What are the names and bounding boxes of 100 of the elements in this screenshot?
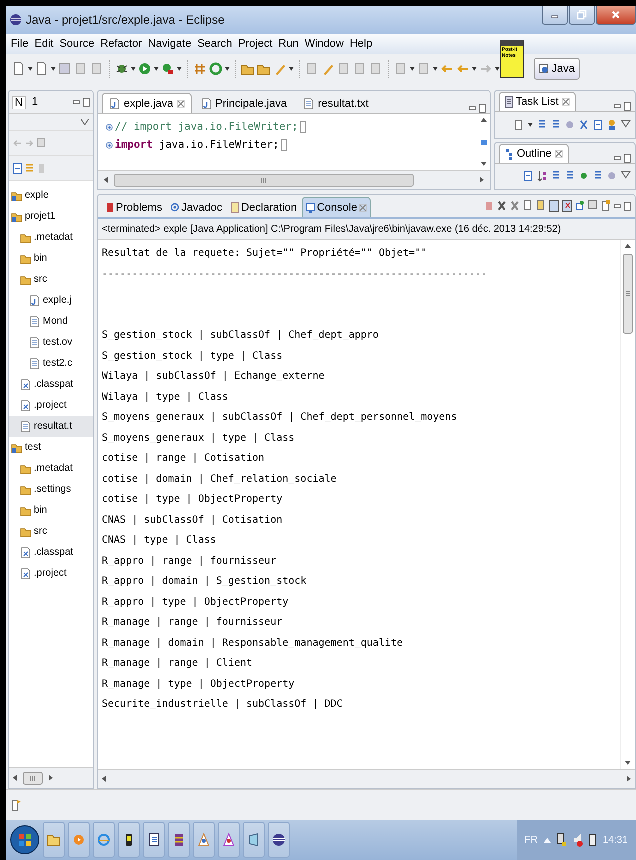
tree-item[interactable]: Mond — [9, 311, 93, 332]
maximize-icon[interactable] — [479, 104, 486, 113]
scrollbar-thumb[interactable] — [23, 772, 43, 784]
tree-item[interactable]: .settings — [9, 479, 93, 500]
view-tab[interactable]: Task List — [499, 92, 576, 111]
perspective-button[interactable]: Java — [534, 58, 580, 80]
start-button[interactable] — [10, 825, 40, 855]
view-tab[interactable]: Console — [302, 197, 372, 217]
tree-item[interactable]: projet1 — [9, 206, 93, 227]
maximize-icon[interactable] — [624, 202, 631, 210]
fold-icon[interactable] — [106, 142, 113, 148]
view-tab[interactable]: Javadoc — [167, 197, 226, 217]
show-on-output-icon[interactable] — [549, 200, 559, 212]
maximize-icon[interactable] — [83, 98, 90, 106]
show-hidden-icon[interactable] — [544, 838, 551, 842]
menu-item[interactable]: Refactor — [98, 38, 146, 50]
tree-item[interactable]: src — [9, 269, 93, 290]
show-on-error-icon[interactable] — [562, 200, 572, 212]
fold-icon[interactable] — [106, 124, 113, 130]
dropdown-caret-icon[interactable] — [51, 67, 56, 71]
tree-item[interactable]: .classpat — [9, 374, 93, 395]
close-icon[interactable] — [359, 204, 368, 212]
new-class-icon[interactable] — [35, 62, 49, 76]
tree-item[interactable]: bin — [9, 248, 93, 269]
dropdown-caret-icon[interactable] — [410, 67, 415, 71]
hash-icon[interactable] — [193, 62, 207, 76]
maximize-icon[interactable] — [624, 102, 631, 111]
taskbar-button[interactable] — [143, 822, 165, 858]
marker-icon[interactable] — [321, 62, 335, 76]
run-icon[interactable] — [138, 62, 152, 76]
menu-item[interactable]: Edit — [32, 38, 57, 50]
close-icon[interactable] — [554, 150, 563, 158]
dropdown-caret-icon[interactable] — [495, 67, 500, 71]
menu-item[interactable]: Run — [276, 38, 302, 50]
bug-icon[interactable] — [115, 62, 129, 76]
taskbar-button[interactable] — [268, 822, 290, 858]
editor-tab[interactable]: Principale.java — [194, 93, 294, 113]
scroll-down-icon[interactable] — [625, 761, 631, 765]
sort-icon[interactable] — [537, 170, 547, 182]
scroll-right-icon[interactable] — [480, 177, 484, 183]
restore-button[interactable] — [569, 6, 595, 25]
open-console-icon[interactable] — [601, 200, 611, 212]
dropdown-caret-icon[interactable] — [433, 67, 438, 71]
close-icon[interactable] — [176, 100, 185, 108]
view-tab[interactable]: Outline — [499, 144, 569, 162]
menu-item[interactable]: Help — [346, 38, 376, 50]
tree-item[interactable]: bin — [9, 500, 93, 521]
tree-item[interactable]: test.ov — [9, 332, 93, 353]
dropdown-caret-icon[interactable] — [154, 67, 159, 71]
dropdown-caret-icon[interactable] — [131, 67, 136, 71]
tree-item[interactable]: exple.j — [9, 290, 93, 311]
new-file-icon[interactable] — [12, 62, 26, 76]
remove-launch-icon[interactable] — [497, 200, 507, 212]
remove-all-icon[interactable] — [510, 200, 520, 212]
dropdown-caret-icon[interactable] — [528, 122, 533, 127]
tree-item[interactable]: .metadat — [9, 458, 93, 479]
minimize-icon[interactable] — [73, 98, 80, 106]
external-tool-icon[interactable] — [161, 62, 175, 76]
fast-view-icon[interactable] — [12, 798, 22, 812]
menu-item[interactable]: Window — [302, 38, 347, 50]
scroll-left-icon[interactable] — [104, 177, 108, 183]
menu-item[interactable]: Navigate — [145, 38, 195, 50]
pin-console-icon[interactable] — [575, 200, 585, 212]
collapse-icon[interactable] — [593, 118, 603, 131]
scrollbar-thumb[interactable] — [623, 254, 633, 334]
scroll-up-icon[interactable] — [625, 244, 631, 248]
tree-item[interactable]: .project — [9, 563, 93, 584]
scrollbar-thumb[interactable] — [114, 174, 414, 186]
menu-item[interactable]: Project — [235, 38, 276, 50]
tree-item[interactable]: exple — [9, 185, 93, 206]
tree-item[interactable]: .classpat — [9, 542, 93, 563]
person-icon[interactable] — [607, 118, 617, 131]
taskbar-button[interactable] — [118, 822, 140, 858]
x-icon[interactable] — [579, 118, 589, 131]
tree-item[interactable]: src — [9, 521, 93, 542]
tree-item[interactable]: test2.c — [9, 353, 93, 374]
view-tab[interactable]: N — [12, 96, 26, 108]
scroll-left-icon[interactable] — [13, 775, 17, 781]
scroll-right-icon[interactable] — [49, 775, 53, 781]
collapse-icon[interactable] — [523, 170, 533, 182]
close-button[interactable] — [596, 6, 636, 25]
menu-item[interactable]: Search — [194, 38, 236, 50]
editor-tab[interactable]: resultat.txt — [296, 93, 376, 113]
scroll-left-icon[interactable] — [102, 776, 106, 782]
menu-item[interactable]: File — [8, 38, 32, 50]
dropdown-caret-icon[interactable] — [28, 67, 33, 71]
tree-item[interactable]: resultat.t — [9, 416, 93, 437]
minimize-button[interactable] — [542, 6, 568, 25]
maximize-icon[interactable] — [624, 154, 631, 162]
dropdown-caret-icon[interactable] — [289, 67, 294, 71]
view-tab[interactable]: Declaration — [227, 197, 302, 217]
tree-item[interactable]: .project — [9, 395, 93, 416]
view-tab[interactable]: Problems — [102, 197, 166, 217]
dropdown-caret-icon[interactable] — [225, 67, 230, 71]
taskbar-button[interactable] — [168, 822, 190, 858]
scroll-lock-icon[interactable] — [536, 200, 546, 212]
scroll-down-icon[interactable] — [481, 162, 487, 166]
menu-item[interactable]: Source — [56, 38, 98, 50]
close-icon[interactable] — [562, 98, 570, 106]
minimize-icon[interactable] — [614, 103, 621, 110]
